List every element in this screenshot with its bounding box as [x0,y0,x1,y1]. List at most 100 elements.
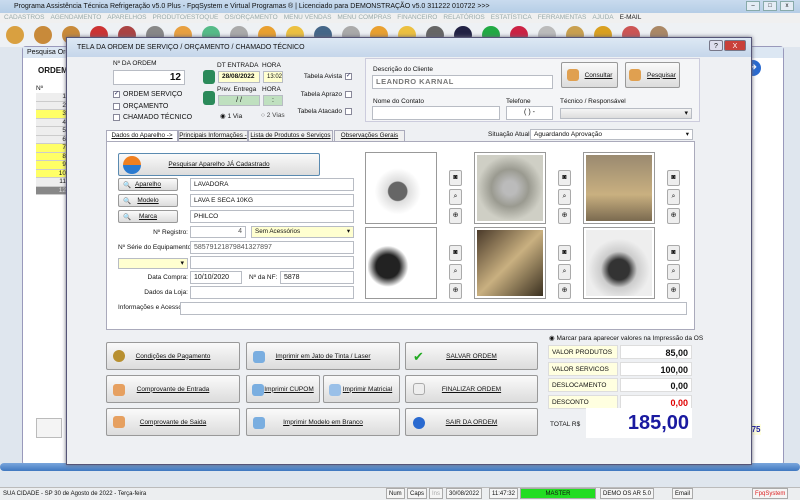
comprovante-entrada-button[interactable]: Comprovante de Entrada [106,375,240,403]
radio-1via[interactable]: ◉ 1 Via [220,112,242,120]
marcar-valores-radio[interactable]: ◉ Marcar para aparecer valores na Impres… [549,334,703,342]
menu-vendas[interactable]: MENU VENDAS [284,13,332,23]
appliance-photo[interactable] [583,152,655,224]
grid-row[interactable]: 4 [36,118,68,127]
aparelho-button[interactable]: 🔍 Aparelho [118,178,178,191]
imprimir-matricial-button[interactable]: Imprimir Matricial [323,375,400,403]
zoom-icon[interactable]: ⌕ [449,189,462,205]
grid-row[interactable]: 11 [36,178,68,187]
tab-lista-produtos[interactable]: Lista de Produtos e Serviços -> [248,130,333,149]
checkbox[interactable]: ✓ [345,73,352,81]
table-checkbox[interactable]: Tabela Avista ✓ [290,68,352,86]
pesquisar-aparelho-button[interactable]: Pesquisar Aparelho JÁ Cadastrado [118,153,320,176]
zoom-icon[interactable]: ⌕ [558,264,571,280]
help-button[interactable]: ? [709,40,723,51]
hora-field[interactable]: 13:02 [263,71,283,83]
grid-row[interactable]: 5 [36,127,68,136]
appliance-photo[interactable] [365,227,437,299]
marca-button[interactable]: 🔍 Marca [118,210,178,223]
minimize-button[interactable]: – [746,1,760,11]
telefone-field[interactable]: ( ) - [506,106,553,120]
loja-field[interactable] [190,286,354,299]
prev-hora-field[interactable]: : [263,95,283,106]
add-photo-icon[interactable]: ⊕ [449,208,462,224]
camera-icon[interactable]: ◙ [667,170,680,186]
appliance-photo[interactable] [474,227,546,299]
aparelho-field[interactable]: LAVADORA [190,178,354,191]
menu-email[interactable]: E-MAIL [620,13,642,23]
type-checkbox[interactable]: ✓ ORDEM SERVIÇO [113,89,192,101]
clients-icon[interactable] [6,26,24,44]
info-field[interactable] [180,302,687,315]
modelo-field[interactable]: LAVA E SECA 10KG [190,194,354,207]
registro-field[interactable]: 4 [190,226,246,238]
grid-row[interactable]: 3 [36,110,68,119]
extra-field[interactable] [190,256,354,269]
pesquisar-button[interactable]: Pesquisar [625,62,680,88]
maximize-button[interactable]: □ [763,1,777,11]
radio-2vias[interactable]: ○ 2 Vias [261,112,285,119]
camera-icon[interactable]: ◙ [558,245,571,261]
calendar-icon[interactable] [203,70,215,84]
calendar-icon[interactable] [203,91,215,105]
close-dialog-button[interactable]: X [724,40,746,51]
zoom-icon[interactable]: ⌕ [667,189,680,205]
order-no-field[interactable]: 12 [113,70,185,85]
camera-icon[interactable]: ◙ [449,170,462,186]
sair-ordem-button[interactable]: SAIR DA ORDEM [405,408,538,436]
situacao-select[interactable]: Aguardando Aprovação ▾ [530,129,693,140]
menu-financeiro[interactable]: FINANCEIRO [397,13,437,23]
data-compra-field[interactable]: 10/10/2020 [190,271,242,284]
menu-relatorios[interactable]: RELATÓRIOS [443,13,484,23]
cliente-field[interactable]: LEANDRO KARNAL [372,75,553,89]
dt-entrada-field[interactable]: 28/08/2022 [218,71,260,83]
appliance-photo[interactable] [583,227,655,299]
checkbox[interactable] [345,108,352,116]
grid-row[interactable]: 12 [36,186,68,195]
grid-row[interactable]: 7 [36,144,68,153]
zoom-icon[interactable]: ⌕ [667,264,680,280]
grid-row[interactable]: 8 [36,152,68,161]
grid-row[interactable]: 10 [36,169,68,178]
extra-select[interactable]: ▾ [118,258,188,269]
close-button[interactable]: x [780,1,794,11]
prev-entrega-field[interactable]: / / [218,95,260,106]
add-photo-icon[interactable]: ⊕ [558,208,571,224]
add-photo-icon[interactable]: ⊕ [558,283,571,299]
camera-icon[interactable]: ◙ [667,245,680,261]
checkbox[interactable] [113,114,120,122]
salvar-ordem-button[interactable]: ✔ SALVAR ORDEM [405,342,538,370]
menu-agendamento[interactable]: AGENDAMENTO [50,13,101,23]
table-checkbox[interactable]: Tabela Atacado [290,103,352,121]
tab-principais-informacoes[interactable]: Principais Informações -> [178,130,248,149]
appliance-photo[interactable] [474,152,546,224]
imprimir-branco-button[interactable]: Imprimir Modelo em Branco [246,408,400,436]
menu-os[interactable]: OS/ORÇAMENTO [224,13,277,23]
table-checkbox[interactable]: Tabela Aprazo [290,86,352,104]
imprimir-jato-button[interactable]: Imprimir em Jato de Tinta / Laser [246,342,400,370]
add-photo-icon[interactable]: ⊕ [667,283,680,299]
acessorios-select[interactable]: Sem Acessórios ▾ [251,226,354,238]
camera-icon[interactable]: ◙ [558,170,571,186]
menu-ferramentas[interactable]: FERRAMENTAS [538,13,587,23]
nf-field[interactable]: 5878 [280,271,354,284]
tecnico-select[interactable]: ▾ [560,108,692,119]
appliance-photo[interactable] [365,152,437,224]
consultar-button[interactable]: Consultar [561,62,618,88]
camera-icon[interactable]: ◙ [449,245,462,261]
modelo-button[interactable]: 🔍 Modelo [118,194,178,207]
imprimir-cupom-button[interactable]: Imprimir CUPOM [246,375,320,403]
tab-observacoes[interactable]: Observações Gerais [334,130,405,141]
grid-row[interactable]: 1 [36,93,68,102]
finalizar-ordem-button[interactable]: FINALIZAR ORDEM [405,375,538,403]
user-icon[interactable] [34,26,52,44]
marca-field[interactable]: PHILCO [190,210,354,223]
checkbox[interactable] [345,90,352,98]
menu-cadastros[interactable]: CADASTROS [4,13,44,23]
comprovante-saida-button[interactable]: Comprovante de Saida [106,408,240,436]
grid-row[interactable]: 9 [36,161,68,170]
zoom-icon[interactable]: ⌕ [449,264,462,280]
menu-ajuda[interactable]: AJUDA [592,13,613,23]
menu-estatistica[interactable]: ESTATÍSTICA [491,13,532,23]
add-photo-icon[interactable]: ⊕ [667,208,680,224]
